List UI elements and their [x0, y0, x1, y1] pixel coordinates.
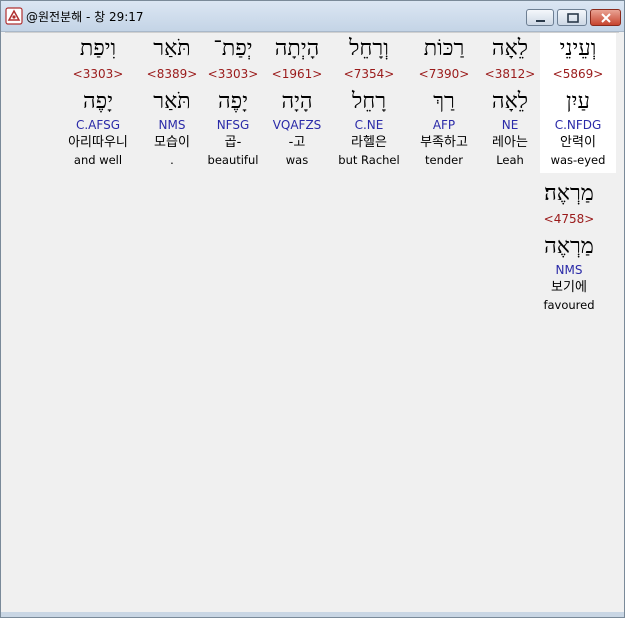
lemma: תֹּאַר [153, 89, 191, 114]
hebrew-word: לֵאָה [491, 36, 529, 61]
lemma: רָחֵל [351, 89, 387, 114]
parsing-code: NMS [158, 118, 186, 132]
word-column-1[interactable]: וְעֵינֵי <5869> עַיִן C.NFDG 안력이 was-eye… [540, 33, 616, 173]
parsing-code: NMS [555, 263, 583, 277]
hebrew-word: וְרָחֵל [349, 36, 389, 61]
english-gloss: . [170, 153, 174, 167]
strong-number[interactable]: <5869> [540, 65, 616, 83]
strong-number[interactable]: <4758> [531, 210, 607, 228]
lemma: רַךְ [433, 89, 455, 114]
minimize-icon [536, 20, 545, 22]
window-bottom-border [1, 612, 624, 617]
hebrew-word: מַרְאֶה׃ [544, 181, 594, 206]
lemma: יָפֶה [83, 89, 113, 114]
strong-number[interactable]: <3303> [60, 65, 136, 83]
lemma: עַיִן [566, 89, 590, 114]
korean-gloss: 모습이 [154, 135, 190, 150]
parsing-code: C.AFSG [75, 118, 120, 132]
parsing-code: C.NE [354, 118, 384, 132]
lemma: לֵאָה [491, 89, 529, 114]
strong-number[interactable]: <8389> [134, 65, 210, 83]
word-column-7[interactable]: תֹּאַר <8389> תֹּאַר NMS 모습이 . [134, 33, 210, 168]
interlinear-panel: וְעֵינֵי <5869> עַיִן C.NFDG 안력이 was-eye… [5, 32, 619, 612]
hebrew-word: רַכּוֹת [423, 36, 465, 61]
word-column-2[interactable]: לֵאָה <3812> לֵאָה NE 레아는 Leah [472, 33, 548, 168]
korean-gloss: 라헬은 [351, 135, 387, 150]
minimize-button[interactable] [526, 9, 554, 26]
title-bar[interactable]: @원전분해 - 창 29:17 [1, 1, 624, 32]
maximize-button[interactable] [557, 9, 587, 26]
maximize-icon [567, 13, 579, 23]
hebrew-word: תֹּאַר [153, 36, 191, 61]
strong-number[interactable]: <7354> [331, 65, 407, 83]
english-gloss: tender [425, 153, 463, 167]
english-gloss: but Rachel [338, 153, 400, 167]
hebrew-word: וְעֵינֵי [559, 36, 597, 61]
korean-gloss: 아리따우니 [68, 135, 128, 150]
word-column-9[interactable]: מַרְאֶה׃ <4758> מַרְאֶה NMS 보기에 favoured [531, 178, 607, 313]
english-gloss: Leah [496, 153, 524, 167]
window-title: @원전분해 - 창 29:17 [26, 10, 144, 24]
parsing-code: C.NFDG [554, 118, 602, 132]
strong-number[interactable]: <3812> [472, 65, 548, 83]
parsing-code: NE [501, 118, 519, 132]
korean-gloss: 보기에 [551, 280, 587, 295]
word-column-3[interactable]: רַכּוֹת <7390> רַךְ AFP 부족하고 tender [406, 33, 482, 168]
app-logo-icon [5, 7, 23, 25]
parsing-code: AFP [432, 118, 456, 132]
english-gloss: and well [73, 153, 123, 167]
strong-number[interactable]: <7390> [406, 65, 482, 83]
close-button[interactable] [590, 9, 621, 26]
word-column-4[interactable]: וְרָחֵל <7354> רָחֵל C.NE 라헬은 but Rachel [331, 33, 407, 168]
korean-gloss: 안력이 [560, 135, 596, 150]
word-column-8[interactable]: וִיפַת <3303> יָפֶה C.AFSG 아리따우니 and wel… [60, 33, 136, 168]
app-window: @원전분해 - 창 29:17 וְעֵינֵי <5869> עַיִן C.… [0, 0, 625, 618]
korean-gloss: 레아는 [492, 135, 528, 150]
lemma: מַרְאֶה [544, 234, 594, 259]
english-gloss: favoured [543, 298, 595, 312]
close-icon [601, 13, 611, 23]
hebrew-word: וִיפַת [79, 36, 117, 61]
korean-gloss: 부족하고 [420, 135, 468, 150]
english-gloss: was-eyed [550, 153, 606, 167]
